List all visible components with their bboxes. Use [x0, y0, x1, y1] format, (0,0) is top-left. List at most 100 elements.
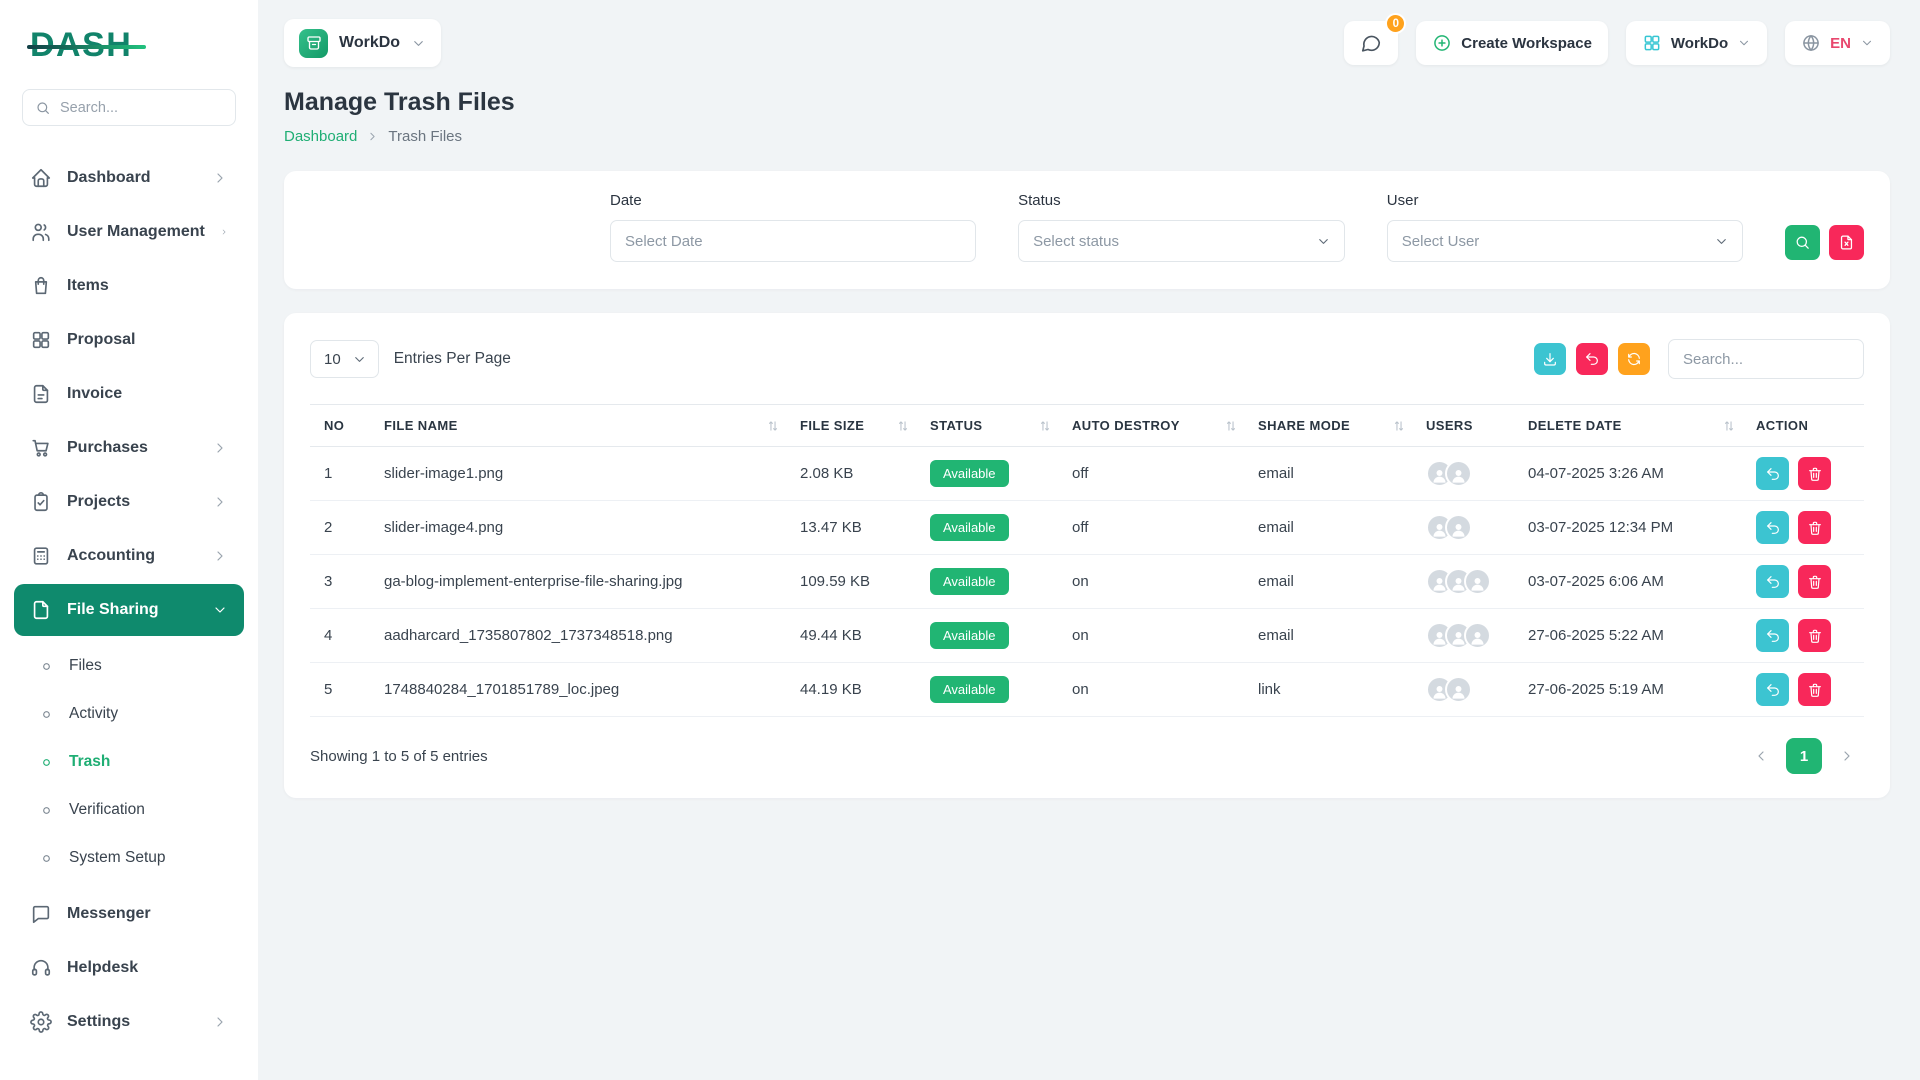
- pagination-prev-button[interactable]: [1744, 739, 1778, 773]
- messages-button[interactable]: 0: [1344, 21, 1398, 65]
- cell-status: Available: [920, 447, 1062, 501]
- entries-per-page-select[interactable]: 10: [310, 340, 379, 378]
- sidebar-subitem-label: Files: [69, 657, 102, 675]
- restore-button[interactable]: [1756, 511, 1789, 544]
- sort-icon: [1224, 419, 1238, 433]
- table-head: NOFILE NAMEFILE SIZE STATUS AUTO DESTROY SH…: [310, 405, 1864, 447]
- apps-dropdown[interactable]: WorkDo: [1626, 21, 1767, 65]
- sidebar-item-proposal[interactable]: Proposal: [14, 314, 244, 366]
- cell-delete-date: 27-06-2025 5:22 AM: [1518, 609, 1746, 663]
- sidebar-search: [22, 89, 236, 126]
- language-dropdown[interactable]: EN: [1785, 21, 1890, 65]
- undo-icon: [1765, 628, 1781, 644]
- column-status[interactable]: STATUS: [920, 405, 1062, 447]
- main-area: WorkDo 0 Create Workspace WorkDo: [258, 0, 1920, 1080]
- chevron-down-icon: [352, 352, 367, 367]
- delete-button[interactable]: [1798, 565, 1831, 598]
- topbar: WorkDo 0 Create Workspace WorkDo: [284, 0, 1890, 76]
- sidebar-subitem-trash[interactable]: Trash: [14, 738, 244, 786]
- column-file-name[interactable]: FILE NAME: [374, 405, 790, 447]
- restore-button[interactable]: [1756, 673, 1789, 706]
- sidebar-subitem-verification[interactable]: Verification: [14, 786, 244, 834]
- column-action: ACTION: [1746, 405, 1864, 447]
- sidebar-item-dashboard[interactable]: Dashboard: [14, 152, 244, 204]
- undo-icon: [1765, 466, 1781, 482]
- sidebar-item-messenger[interactable]: Messenger: [14, 888, 244, 940]
- file-icon: [30, 599, 52, 621]
- cell-users: [1416, 555, 1518, 609]
- column-label: ACTION: [1756, 418, 1808, 433]
- sidebar-item-invoice[interactable]: Invoice: [14, 368, 244, 420]
- sidebar-subitem-system-setup[interactable]: System Setup: [14, 834, 244, 882]
- restore-all-button[interactable]: [1576, 343, 1608, 375]
- restore-button[interactable]: [1756, 619, 1789, 652]
- delete-button[interactable]: [1798, 673, 1831, 706]
- refresh-button[interactable]: [1618, 343, 1650, 375]
- sidebar-item-accounting[interactable]: Accounting: [14, 530, 244, 582]
- create-workspace-button[interactable]: Create Workspace: [1416, 21, 1608, 65]
- dot-icon: [39, 755, 54, 770]
- pagination-next-button[interactable]: [1830, 739, 1864, 773]
- sidebar: DASH DashboardUser ManagementItems Propos…: [0, 0, 258, 1080]
- status-select-value: Select status: [1033, 233, 1119, 250]
- pagination-page-1[interactable]: 1: [1786, 738, 1822, 774]
- sidebar-item-label: File Sharing: [67, 601, 159, 619]
- sidebar-item-helpdesk[interactable]: Helpdesk: [14, 942, 244, 994]
- sidebar-item-user-management[interactable]: User Management: [14, 206, 244, 258]
- sidebar-item-projects[interactable]: Projects: [14, 476, 244, 528]
- column-file-size[interactable]: FILE SIZE: [790, 405, 920, 447]
- filter-reset-button[interactable]: [1829, 225, 1864, 260]
- column-label: STATUS: [930, 418, 982, 433]
- cell-share-mode: email: [1248, 501, 1416, 555]
- column-delete-date[interactable]: DELETE DATE: [1518, 405, 1746, 447]
- table-search-input[interactable]: [1668, 339, 1864, 379]
- brand-logo[interactable]: DASH: [14, 26, 132, 65]
- sidebar-subitem-files[interactable]: Files: [14, 642, 244, 690]
- filter-search-button[interactable]: [1785, 225, 1820, 260]
- message-icon: [30, 903, 52, 925]
- cell-file-name: slider-image4.png: [374, 501, 790, 555]
- workdo-logo-icon: [305, 34, 323, 52]
- sidebar-item-purchases[interactable]: Purchases: [14, 422, 244, 474]
- delete-button[interactable]: [1798, 457, 1831, 490]
- delete-button[interactable]: [1798, 619, 1831, 652]
- delete-button[interactable]: [1798, 511, 1831, 544]
- status-select[interactable]: Select status: [1018, 220, 1345, 262]
- chevron-right-icon: [366, 130, 379, 143]
- date-input[interactable]: [610, 220, 976, 262]
- plus-circle-icon: [1432, 33, 1452, 53]
- sidebar-subitem-label: Activity: [69, 705, 118, 723]
- sidebar-subitem-activity[interactable]: Activity: [14, 690, 244, 738]
- workspace-switcher[interactable]: WorkDo: [284, 19, 441, 67]
- cell-auto-destroy: on: [1062, 555, 1248, 609]
- chevron-down-icon: [411, 36, 426, 51]
- sidebar-item-items[interactable]: Items: [14, 260, 244, 312]
- column-share-mode[interactable]: SHARE MODE: [1248, 405, 1416, 447]
- headset-icon: [30, 957, 52, 979]
- cell-status: Available: [920, 555, 1062, 609]
- undo-icon: [1584, 351, 1600, 367]
- cell-users: [1416, 663, 1518, 717]
- dot-icon: [39, 851, 54, 866]
- sidebar-item-label: Proposal: [67, 331, 135, 349]
- sidebar-item-label: Invoice: [67, 385, 122, 403]
- column-no: NO: [310, 405, 374, 447]
- sidebar-item-file-sharing[interactable]: File Sharing: [14, 584, 244, 636]
- sidebar-item-label: Purchases: [67, 439, 148, 457]
- cell-no: 3: [310, 555, 374, 609]
- sidebar-search-input[interactable]: [60, 100, 223, 116]
- table-actions: [1534, 339, 1864, 379]
- restore-button[interactable]: [1756, 565, 1789, 598]
- export-button[interactable]: [1534, 343, 1566, 375]
- cell-share-mode: email: [1248, 447, 1416, 501]
- column-auto-destroy[interactable]: AUTO DESTROY: [1062, 405, 1248, 447]
- cell-share-mode: email: [1248, 555, 1416, 609]
- table-row: 3ga-blog-implement-enterprise-file-shari…: [310, 555, 1864, 609]
- restore-button[interactable]: [1756, 457, 1789, 490]
- breadcrumb-dashboard-link[interactable]: Dashboard: [284, 128, 357, 145]
- users-icon: [30, 221, 52, 243]
- column-label: AUTO DESTROY: [1072, 418, 1180, 433]
- bag-icon: [30, 275, 52, 297]
- user-select[interactable]: Select User: [1387, 220, 1743, 262]
- sidebar-item-settings[interactable]: Settings: [14, 996, 244, 1048]
